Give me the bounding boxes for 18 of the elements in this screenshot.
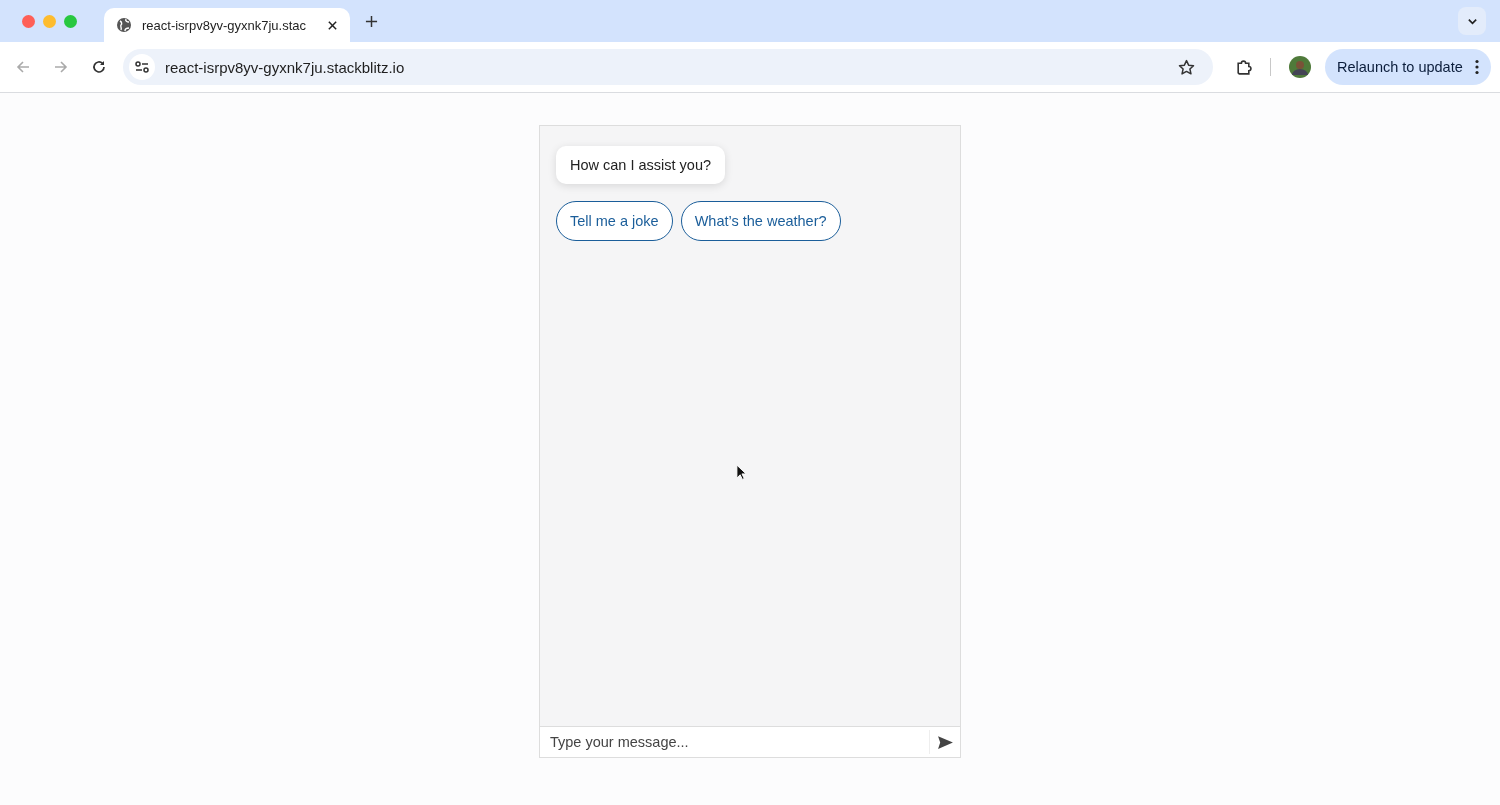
mouse-pointer-icon (736, 464, 747, 481)
site-settings-icon[interactable] (129, 54, 155, 80)
globe-icon (116, 17, 132, 33)
address-bar[interactable]: react-isrpv8yv-gyxnk7ju.stackblitz.io (123, 49, 1213, 85)
relaunch-button[interactable]: Relaunch to update (1325, 49, 1491, 85)
suggestion-chip[interactable]: Tell me a joke (556, 201, 673, 241)
suggestion-chip[interactable]: What’s the weather? (680, 201, 841, 241)
puzzle-icon[interactable] (1235, 58, 1252, 76)
message-field[interactable]: Type your message... (540, 726, 960, 757)
browser-tab[interactable]: react-isrpv8yv-gyxnk7ju.stac (104, 8, 350, 42)
more-icon[interactable] (1474, 59, 1479, 75)
close-icon[interactable] (327, 19, 338, 31)
new-tab-icon[interactable] (365, 14, 378, 28)
chat-message: How can I assist you? (556, 146, 726, 184)
star-icon[interactable] (1178, 58, 1195, 76)
reload-icon[interactable] (91, 59, 107, 75)
avatar[interactable] (1289, 56, 1311, 78)
send-icon[interactable] (937, 733, 954, 751)
